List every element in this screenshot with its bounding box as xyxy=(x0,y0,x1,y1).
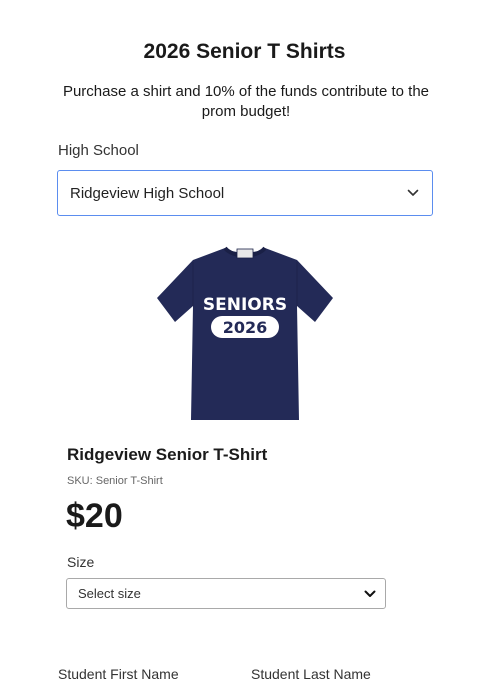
student-first-name-label: Student First Name xyxy=(58,666,179,682)
product-price: $20 xyxy=(66,497,123,535)
student-last-name-label: Student Last Name xyxy=(251,666,371,682)
product-sku: SKU: Senior T-Shirt xyxy=(67,475,163,487)
shirt-print-text: SENIORS xyxy=(203,295,287,315)
chevron-down-icon xyxy=(363,587,377,601)
high-school-label: High School xyxy=(58,142,139,159)
chevron-down-icon xyxy=(406,186,420,200)
high-school-select[interactable]: Ridgeview High School xyxy=(57,170,433,216)
intro-text: Purchase a shirt and 10% of the funds co… xyxy=(62,83,430,120)
page-title: 2026 Senior T Shirts xyxy=(143,40,346,63)
product-name: Ridgeview Senior T-Shirt xyxy=(67,445,268,464)
size-label: Size xyxy=(67,554,95,570)
shirt-print-year: 2026 xyxy=(223,318,268,337)
size-select-placeholder: Select size xyxy=(78,586,141,601)
product-image: SENIORS 2026 xyxy=(153,240,337,426)
high-school-select-value: Ridgeview High School xyxy=(70,184,225,202)
size-select[interactable]: Select size xyxy=(66,578,386,609)
